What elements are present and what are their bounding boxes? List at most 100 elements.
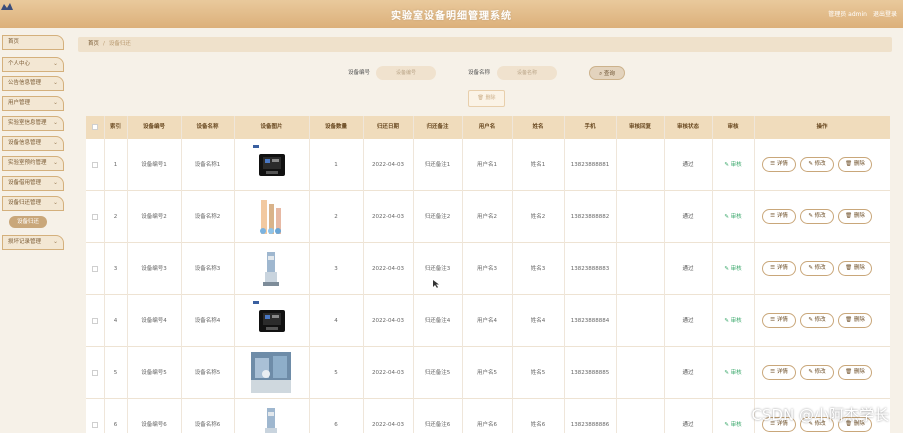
row-checkbox[interactable] [92,422,98,428]
sidebar: 首页 个人中心 ⌄ 公告信息管理 ⌄ 用户管理 ⌄ 实验室信息管理 ⌄ 设备信息管理 ⌄ 实验室预约管… [0,28,70,433]
delete-button[interactable]: 🗑 删除 [838,209,872,224]
logout-link[interactable]: 退出登录 [873,11,897,18]
sidebar-item-8[interactable]: 设备归还管理 ⌄ [2,196,64,211]
device-code-input[interactable]: 设备编号 [376,66,436,80]
chevron-down-icon: ⌄ [52,79,58,86]
edit-label: 修改 [814,317,826,323]
edit-icon: ✎ [724,370,729,376]
cell-name: 设备名称4 [194,318,221,324]
query-button[interactable]: ⌕ 查询 [589,66,625,80]
sidebar-item-5[interactable]: 设备信息管理 ⌄ [2,136,64,151]
cell-phone: 13823888886 [570,422,610,428]
batch-delete-button[interactable]: 🗑 删除 [468,90,505,107]
sidebar-item-label: 用户管理 [8,100,31,106]
trash-icon: 🗑 [845,317,853,323]
cell-phone: 13823888885 [570,370,610,376]
table-row: 4 设备编号4 设备名称4 4 2022-04-03 归还备注4 用户名4 姓名4 138238… [86,295,890,347]
cell-reply [616,399,664,433]
row-checkbox[interactable] [92,162,98,168]
review-link[interactable]: ✎ 审核 [712,243,754,295]
document-icon: ☰ [770,213,776,219]
sidebar-item-9[interactable]: 损坏记录管理 ⌄ [2,235,64,250]
delete-button[interactable]: 🗑 删除 [838,365,872,380]
column-header: 审核状态 [676,124,699,130]
breadcrumb-current: 设备归还 [108,41,131,47]
user-name: 管理员 admin [828,11,867,18]
column-divider [512,116,513,433]
detail-label: 详情 [776,161,788,167]
data-table: 索引 设备编号 设备名称 设备图片 设备数量 归还日期 归还备注 用户名 姓名 手机 审核回复 审核状… [86,116,890,433]
device-name-input[interactable]: 设备名称 [497,66,557,80]
cell-user: 用户名6 [477,422,497,428]
sidebar-item-3[interactable]: 用户管理 ⌄ [2,96,64,111]
column-header: 审核 [727,124,739,130]
sidebar-item-label: 个人中心 [8,61,31,67]
delete-button[interactable]: 🗑 删除 [838,261,872,276]
table-row: 3 设备编号3 设备名称3 3 2022-04-03 归还备注3 用户名3 姓名3 138238… [86,243,890,295]
delete-button[interactable]: 🗑 删除 [838,157,872,172]
trash-icon: 🗑 [845,265,853,271]
column-divider [234,116,235,433]
column-header: 手机 [584,124,596,130]
cell-date: 2022-04-03 [372,266,404,272]
sidebar-item-6[interactable]: 实验室预约管理 ⌄ [2,156,64,171]
delete-button[interactable]: 🗑 删除 [838,313,872,328]
cell-qty: 4 [334,318,338,324]
detail-button[interactable]: ☰ 详情 [762,313,796,328]
cell-person: 姓名4 [530,318,546,324]
table-row: 2 设备编号2 设备名称2 2 2022-04-03 归还备注2 用户名2 姓名2 138238… [86,191,890,243]
trash-icon: 🗑 [477,95,484,101]
edit-label: 修改 [814,369,826,375]
review-link[interactable]: ✎ 审核 [712,347,754,399]
edit-icon: ✎ [808,369,813,375]
sidebar-item-1[interactable]: 个人中心 ⌄ [2,57,64,72]
breadcrumb-home[interactable]: 首页 [88,41,99,47]
edit-icon: ✎ [724,266,729,272]
sidebar-item-0[interactable]: 首页 [2,35,64,50]
review-label: 审核 [730,370,742,376]
cell-reply [616,191,664,243]
chevron-down-icon: ⌄ [52,179,58,186]
cell-note: 归还备注2 [424,214,451,220]
column-divider [564,116,565,433]
select-all-checkbox[interactable] [86,116,104,139]
sidebar-item-7[interactable]: 设备借用管理 ⌄ [2,176,64,191]
review-link[interactable]: ✎ 审核 [712,399,754,433]
trash-icon: 🗑 [845,369,853,375]
edit-button[interactable]: ✎ 修改 [800,365,834,380]
cell-reply [616,139,664,191]
detail-button[interactable]: ☰ 详情 [762,365,796,380]
edit-icon: ✎ [724,214,729,220]
sidebar-item-4[interactable]: 实验室信息管理 ⌄ [2,116,64,131]
cell-phone: 13823888884 [570,318,610,324]
sidebar-subitem-active[interactable]: 设备归还 [9,216,47,228]
sidebar-item-2[interactable]: 公告信息管理 ⌄ [2,76,64,91]
chevron-down-icon: ⌄ [52,238,58,245]
column-header: 设备编号 [142,124,165,130]
cell-note: 归还备注5 [424,370,451,376]
detail-button[interactable]: ☰ 详情 [762,157,796,172]
row-checkbox[interactable] [92,266,98,272]
edit-button[interactable]: ✎ 修改 [800,157,834,172]
column-header: 设备数量 [324,124,347,130]
row-checkbox[interactable] [92,370,98,376]
review-link[interactable]: ✎ 审核 [712,295,754,347]
column-header: 设备图片 [260,124,283,130]
edit-icon: ✎ [724,422,729,428]
cell-date: 2022-04-03 [372,214,404,220]
detail-button[interactable]: ☰ 详情 [762,209,796,224]
cell-reply [616,243,664,295]
review-link[interactable]: ✎ 审核 [712,139,754,191]
review-link[interactable]: ✎ 审核 [712,191,754,243]
edit-button[interactable]: ✎ 修改 [800,313,834,328]
edit-button[interactable]: ✎ 修改 [800,209,834,224]
chevron-down-icon: ⌄ [52,60,58,67]
cell-name: 设备名称2 [194,214,221,220]
row-checkbox[interactable] [92,318,98,324]
detail-button[interactable]: ☰ 详情 [762,261,796,276]
row-checkbox[interactable] [92,214,98,220]
checkbox[interactable] [92,124,98,130]
edit-button[interactable]: ✎ 修改 [800,261,834,276]
edit-label: 修改 [814,161,826,167]
column-divider [712,116,713,433]
